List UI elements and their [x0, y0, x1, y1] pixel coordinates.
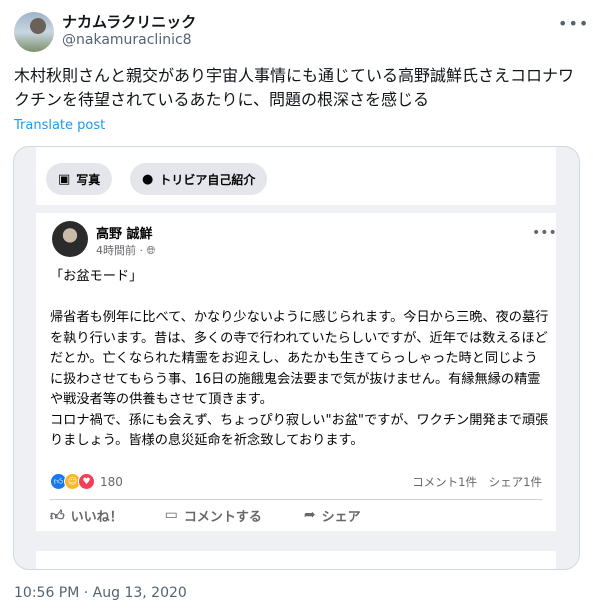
fb-tab-bar: ▣ 写真 ● トリビア自己紹介: [36, 147, 556, 213]
post-body: 「お盆モード」 帰省者も例年に比べて、かなり少ないように感じられます。今日から三…: [50, 267, 550, 452]
post-time: 4時間前: [96, 244, 136, 257]
comment-action-label: コメントする: [183, 509, 262, 525]
globe-icon: 🌐︎: [146, 244, 156, 257]
post-author: 高野 誠鮮: [96, 227, 153, 242]
comment-icon: ▭: [164, 507, 178, 523]
tab-photos-label: 写真: [76, 172, 101, 187]
post-paragraph: 帰省者も例年に比べて、かなり少ないように感じられます。今日から三晩、夜の墓行を執…: [50, 310, 549, 407]
tweet-text: 木村秋則さんと親交があり宇宙人事情にも通じている高野誠鮮氏さえコロナワクチンを待…: [14, 66, 575, 109]
like-action-label: いいね！: [70, 509, 123, 525]
post-paragraph: コロナ禍で、孫にも会えず、ちょっぴり寂しい"お盆"ですが、ワクチン開発まで頑張り…: [50, 412, 549, 449]
share-icon: ➦: [303, 507, 316, 523]
reaction-count: 180: [100, 474, 123, 489]
like-action: 👍︎ いいね！: [50, 506, 123, 525]
display-name[interactable]: ナカムラクリニック: [62, 11, 196, 32]
user-handle[interactable]: @nakamuraclinic8: [62, 32, 192, 48]
tab-trivia-intro: ● トリビア自己紹介: [130, 163, 268, 195]
post-title: 「お盆モード」: [50, 269, 143, 284]
post-author-avatar: [52, 221, 88, 257]
user-avatar[interactable]: [14, 12, 54, 52]
photo-icon: ▣: [58, 171, 71, 187]
fb-action-bar: 👍︎ いいね！ ▭ コメントする ➦ シェア: [50, 499, 542, 530]
tab-trivia-label: トリビア自己紹介: [159, 172, 256, 187]
speech-bubble-icon: ●: [142, 171, 154, 187]
thumbs-up-icon: 👍︎: [50, 507, 65, 524]
post-meta: 4時間前 · 🌐︎: [96, 244, 156, 257]
translate-post-link[interactable]: Translate post: [14, 118, 105, 133]
fb-post: 高野 誠鮮 4時間前 · 🌐︎ ••• 「お盆モード」 帰省者も例年に比べて、か…: [36, 213, 557, 531]
share-action: ➦ シェア: [304, 506, 361, 525]
engagement-counts: コメント1件 シェア1件: [412, 474, 542, 490]
more-horizontal-icon[interactable]: •••: [558, 14, 589, 33]
share-count: シェア1件: [488, 475, 542, 489]
love-icon: ♥: [78, 473, 95, 490]
comment-count: コメント1件: [412, 475, 478, 489]
share-action-label: シェア: [321, 509, 361, 525]
attached-image[interactable]: ▣ 写真 ● トリビア自己紹介 高野 誠鮮 4時間前 · 🌐︎ ••• 「お盆モ…: [13, 146, 580, 570]
post-more-icon: •••: [532, 225, 557, 241]
next-post-card: [36, 551, 556, 569]
reaction-summary: 👍︎ ☺ ♥ 180: [50, 473, 123, 490]
tab-photos: ▣ 写真: [46, 163, 113, 195]
comment-action: ▭ コメントする: [165, 506, 262, 525]
facebook-screenshot: ▣ 写真 ● トリビア自己紹介 高野 誠鮮 4時間前 · 🌐︎ ••• 「お盆モ…: [36, 147, 557, 531]
tweet-timestamp[interactable]: 10:56 PM · Aug 13, 2020: [14, 585, 187, 601]
